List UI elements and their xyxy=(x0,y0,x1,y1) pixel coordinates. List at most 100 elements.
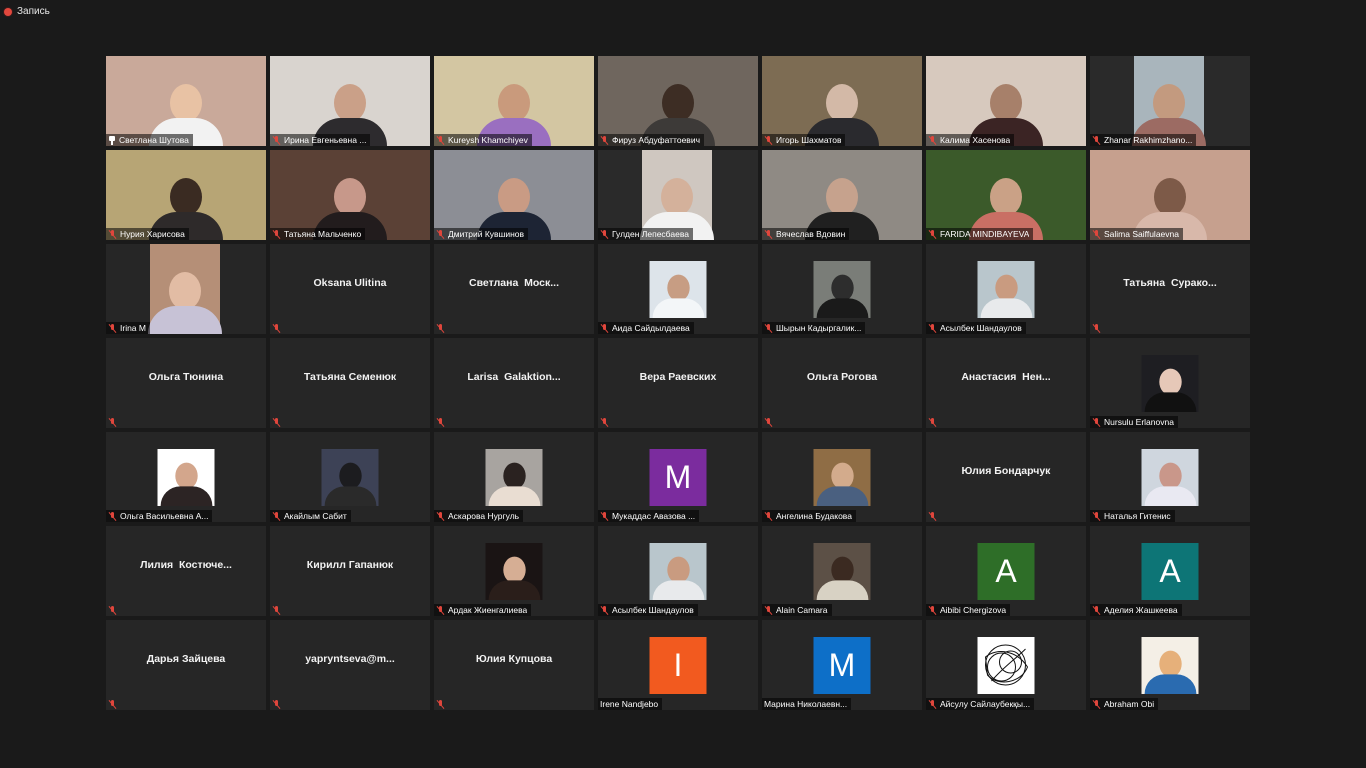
participant-name-label: Aibibi Chergizova xyxy=(926,604,1011,616)
participant-tile[interactable]: A Aibibi Chergizova xyxy=(926,526,1086,616)
participant-name-label xyxy=(598,416,613,428)
participant-avatar xyxy=(485,543,543,600)
participant-tile[interactable]: M Мукаддас Авазова ... xyxy=(598,432,758,522)
participant-tile[interactable]: Дмитрий Кувшинов xyxy=(434,150,594,240)
participant-tile[interactable]: Oksana Ulitina xyxy=(270,244,430,334)
participant-name: Наталья Гитенис xyxy=(1104,511,1171,521)
muted-mic-icon xyxy=(436,135,445,145)
participant-name-label: Irina M xyxy=(106,322,150,334)
participant-tile[interactable]: Акайлым Сабит xyxy=(270,432,430,522)
participant-video xyxy=(106,150,266,240)
participant-tile[interactable]: Alain Camara xyxy=(762,526,922,616)
muted-mic-icon xyxy=(436,511,445,521)
participant-name-label xyxy=(270,604,285,616)
participant-name-label xyxy=(434,698,449,710)
participant-tile[interactable]: I Irene Nandjebo xyxy=(598,620,758,710)
participant-silhouette xyxy=(1144,650,1196,694)
participant-name-label: Salima Saiffulaevna xyxy=(1090,228,1183,240)
participant-tile[interactable]: Larisa Galaktion... xyxy=(434,338,594,428)
participant-display-name: Ольга Тюнина xyxy=(148,371,224,383)
participant-display-name: Татьяна Семенюк xyxy=(303,371,397,383)
participant-tile[interactable]: Irina M xyxy=(106,244,266,334)
participant-tile[interactable]: Zhanar Rakhimzhano... xyxy=(1090,56,1250,146)
participant-tile[interactable]: Ангелина Будакова xyxy=(762,432,922,522)
participant-tile[interactable]: Асылбек Шандаулов xyxy=(598,526,758,616)
participant-tile[interactable]: M Марина Николаевн... xyxy=(762,620,922,710)
participant-display-name: Татьяна Сурако... xyxy=(1123,277,1217,289)
participant-avatar xyxy=(813,449,871,506)
participant-tile[interactable]: Аида Сайдылдаева xyxy=(598,244,758,334)
participant-tile[interactable]: Игорь Шахматов xyxy=(762,56,922,146)
muted-mic-icon xyxy=(928,229,937,239)
participant-name-label: Игорь Шахматов xyxy=(762,134,846,146)
participant-tile[interactable]: Калима Хасенова xyxy=(926,56,1086,146)
participant-tile[interactable]: Kureysh Khamchiyev xyxy=(434,56,594,146)
participant-name-label: Ирина Евгеньевна ... xyxy=(270,134,371,146)
participant-video xyxy=(434,150,594,240)
participant-tile[interactable]: A Аделия Жашкеева xyxy=(1090,526,1250,616)
participant-tile[interactable]: Abraham Obi xyxy=(1090,620,1250,710)
muted-mic-icon xyxy=(600,417,609,427)
muted-mic-icon xyxy=(108,417,117,427)
participant-tile[interactable]: Ардак Жиенгалиева xyxy=(434,526,594,616)
participant-tile[interactable]: Светлана Моск... xyxy=(434,244,594,334)
participant-tile[interactable]: Айсулу Сайлаубекқы... xyxy=(926,620,1086,710)
participant-name-label xyxy=(270,322,285,334)
participant-name-label: Светлана Шутова xyxy=(106,134,193,146)
participant-tile[interactable]: Аскарова Нургуль xyxy=(434,432,594,522)
participant-tile[interactable]: Ольга Васильевна А... xyxy=(106,432,266,522)
participant-tile[interactable]: Фируз Абдуфаттоевич xyxy=(598,56,758,146)
participant-silhouette xyxy=(160,462,212,506)
participant-tile[interactable]: Шырын Кадыргалик... xyxy=(762,244,922,334)
participant-name: FARIDA MINDIBAYEVA xyxy=(940,229,1030,239)
participant-tile[interactable]: Salima Saiffulaevna xyxy=(1090,150,1250,240)
muted-mic-icon xyxy=(272,229,281,239)
participant-tile[interactable]: Ольга Рогова xyxy=(762,338,922,428)
participant-name: Aibibi Chergizova xyxy=(940,605,1007,615)
participant-name-label xyxy=(434,322,449,334)
participant-tile[interactable]: Анастасия Нен... xyxy=(926,338,1086,428)
participant-name-label: Акайлым Сабит xyxy=(270,510,351,522)
participant-name-label: Аида Сайдылдаева xyxy=(598,322,694,334)
participant-tile[interactable]: Лилия Костюче... xyxy=(106,526,266,616)
participant-name-label xyxy=(106,604,121,616)
participant-tile[interactable]: Светлана Шутова xyxy=(106,56,266,146)
participant-tile[interactable]: Нурия Харисова xyxy=(106,150,266,240)
participant-tile[interactable]: FARIDA MINDIBAYEVA xyxy=(926,150,1086,240)
participant-name-label: Айсулу Сайлаубекқы... xyxy=(926,698,1035,710)
participant-tile[interactable]: Наталья Гитенис xyxy=(1090,432,1250,522)
participant-name-label: Abraham Obi xyxy=(1090,698,1159,710)
muted-mic-icon xyxy=(436,323,445,333)
participant-tile[interactable]: Асылбек Шандаулов xyxy=(926,244,1086,334)
participant-tile[interactable]: Вячеслав Вдовин xyxy=(762,150,922,240)
muted-mic-icon xyxy=(436,699,445,709)
participant-tile[interactable]: Ирина Евгеньевна ... xyxy=(270,56,430,146)
participant-name-label: Нурия Харисова xyxy=(106,228,189,240)
participant-avatar xyxy=(321,449,379,506)
participant-tile[interactable]: Кирилл Гапанюк xyxy=(270,526,430,616)
participant-avatar xyxy=(977,261,1035,318)
participant-tile[interactable]: Гулден Лепесбаева xyxy=(598,150,758,240)
participant-avatar xyxy=(1141,449,1199,506)
participant-tile[interactable]: Дарья Зайцева xyxy=(106,620,266,710)
pin-icon xyxy=(108,135,116,145)
participant-silhouette xyxy=(148,272,222,334)
participant-avatar xyxy=(1141,637,1199,694)
participant-tile[interactable]: Ольга Тюнина xyxy=(106,338,266,428)
participant-name-label xyxy=(762,416,777,428)
participant-name: Игорь Шахматов xyxy=(776,135,842,145)
participant-tile[interactable]: Вера Раевских xyxy=(598,338,758,428)
participant-gallery: Светлана Шутова Ирина Евгеньевна ... Kurey… xyxy=(106,56,1250,710)
participant-tile[interactable]: Юлия Купцова xyxy=(434,620,594,710)
participant-tile[interactable]: Татьяна Сурако... xyxy=(1090,244,1250,334)
participant-tile[interactable]: Татьяна Семенюк xyxy=(270,338,430,428)
participant-tile[interactable]: Татьяна Мальченко xyxy=(270,150,430,240)
participant-silhouette xyxy=(324,462,376,506)
participant-display-name: Юлия Купцова xyxy=(475,653,553,665)
participant-tile[interactable]: Юлия Бондарчук xyxy=(926,432,1086,522)
participant-tile[interactable]: yapryntseva@m... xyxy=(270,620,430,710)
participant-name-label: Калима Хасенова xyxy=(926,134,1015,146)
participant-name-label: Ардак Жиенгалиева xyxy=(434,604,532,616)
muted-mic-icon xyxy=(272,135,281,145)
participant-tile[interactable]: Nursulu Erlanovna xyxy=(1090,338,1250,428)
